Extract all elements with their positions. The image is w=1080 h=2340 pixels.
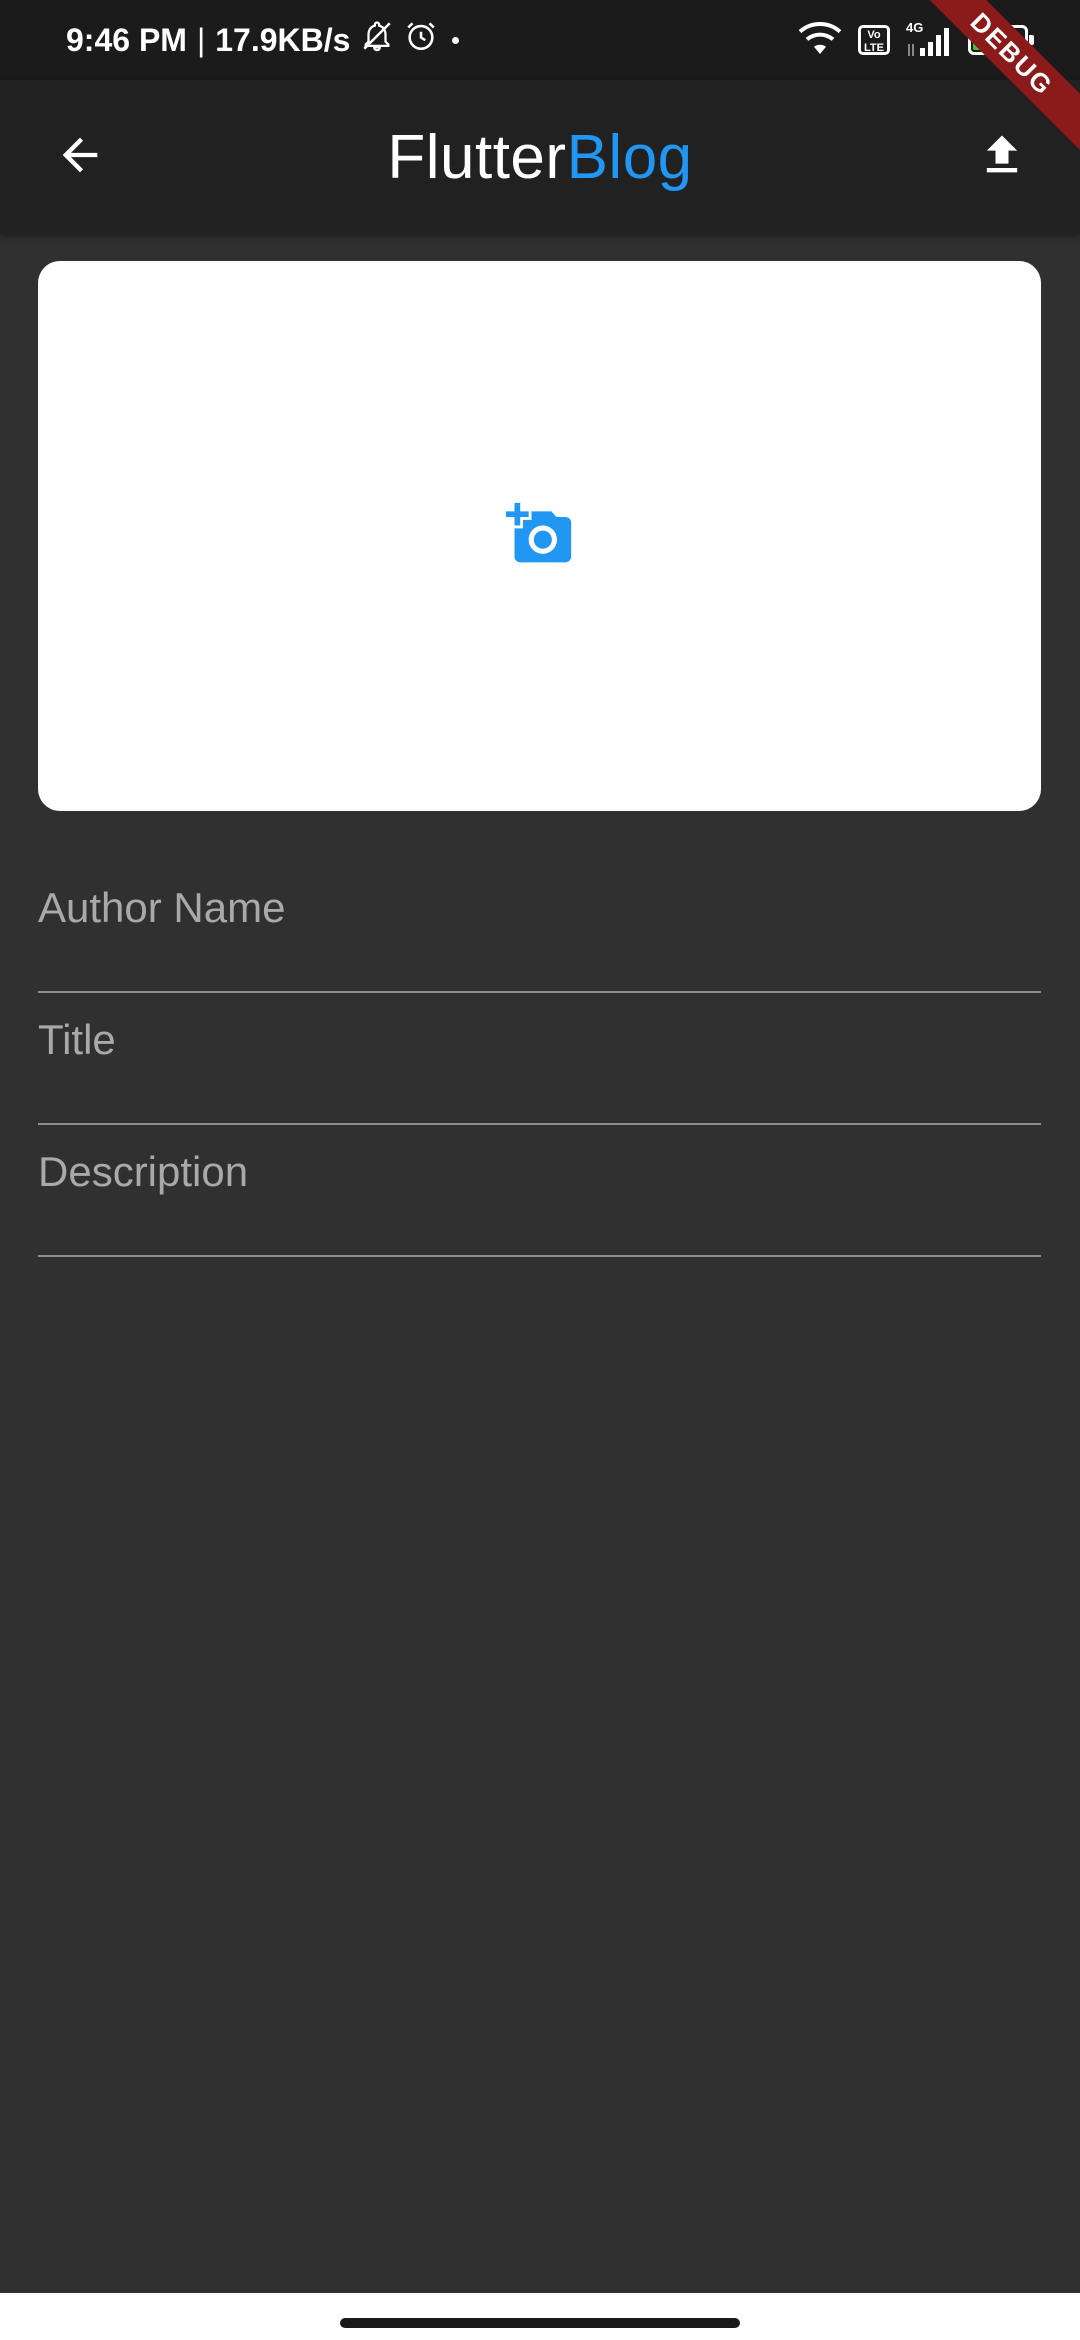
title-field — [38, 993, 1041, 1125]
add-a-photo-icon — [505, 500, 574, 573]
notification-dot — [452, 36, 460, 44]
volte-badge: Vo LTE — [858, 25, 890, 55]
system-nav-bar — [0, 2293, 1080, 2340]
description-field — [38, 1125, 1041, 1257]
upload-button[interactable] — [962, 117, 1042, 197]
wifi-icon — [796, 20, 844, 61]
volte-line1: Vo — [867, 29, 881, 41]
home-indicator[interactable] — [340, 2318, 740, 2328]
bell-off-icon — [360, 19, 394, 61]
author-name-input[interactable] — [38, 861, 1041, 991]
page-title: Flutter Blog — [0, 80, 1080, 234]
title-blog: Blog — [566, 122, 693, 192]
volte-line2: LTE — [864, 42, 884, 54]
status-speed: 17.9KB/s — [215, 21, 351, 58]
author-name-field — [38, 861, 1041, 993]
status-bar: 9:46 PM | 17.9KB/s Vo LTE 4G — [0, 0, 1080, 80]
upload-icon — [976, 129, 1028, 186]
status-time: 9:46 PM — [66, 21, 187, 58]
description-input[interactable] — [38, 1125, 1041, 1255]
title-input[interactable] — [38, 993, 1041, 1123]
alarm-icon — [404, 19, 438, 61]
image-picker[interactable] — [38, 261, 1041, 811]
status-separator: | — [196, 21, 206, 58]
title-flutter: Flutter — [387, 122, 567, 192]
status-left: 9:46 PM | 17.9KB/s — [66, 0, 460, 80]
app-bar: Flutter Blog — [0, 80, 1080, 234]
signal-icon: 4G — [904, 20, 954, 60]
